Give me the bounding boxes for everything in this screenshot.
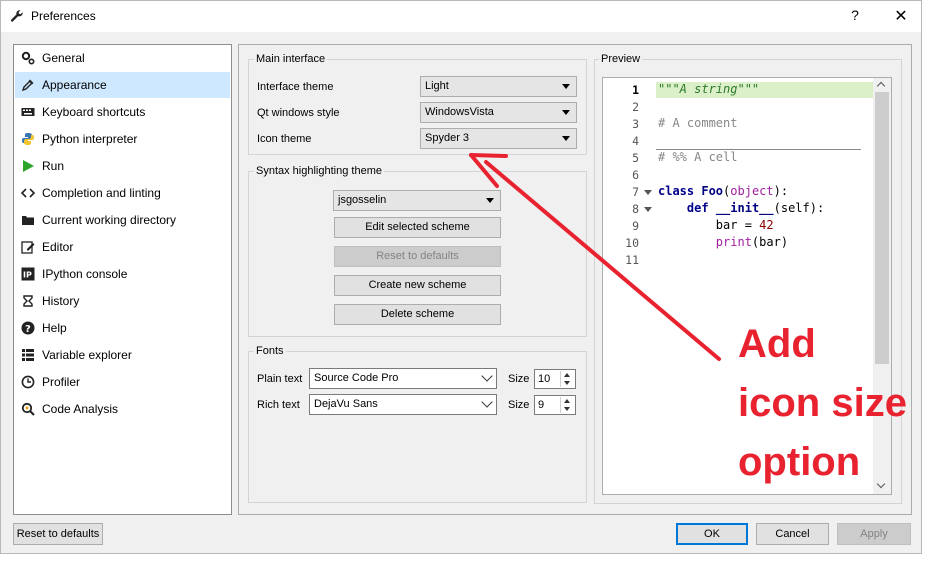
annotation-text-line1: Add xyxy=(738,322,816,366)
annotation-text-line3: option xyxy=(738,440,861,484)
annotation-text-line2: icon size xyxy=(738,381,907,425)
